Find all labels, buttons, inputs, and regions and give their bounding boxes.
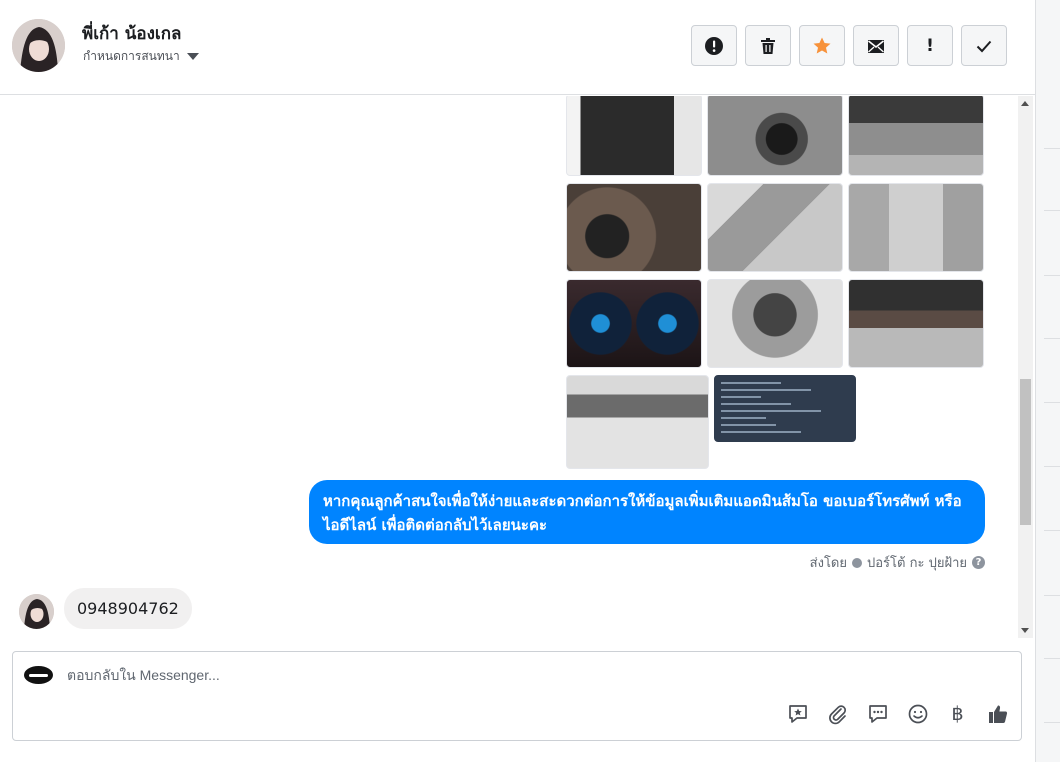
sent-by-name: ปอร์โต้ กะ ปุยฝ้าย <box>867 556 967 571</box>
exclamation-icon: ! <box>926 35 934 56</box>
side-panel-edge <box>1035 0 1060 762</box>
smiley-icon <box>908 704 927 723</box>
photo-door-panel[interactable] <box>566 96 702 176</box>
photo-underside[interactable] <box>566 375 709 469</box>
thumbs-up-icon <box>988 705 1007 723</box>
caret-down-icon <box>186 53 199 60</box>
assign-conversation-label: กำหนดการสนทนา <box>83 49 180 63</box>
star-icon <box>813 37 831 53</box>
trash-icon <box>761 37 775 54</box>
assign-conversation-dropdown[interactable]: กำหนดการสนทนา <box>83 47 199 66</box>
scroll-down-arrow-icon[interactable] <box>1021 628 1029 633</box>
photo-undercarriage[interactable] <box>566 183 702 272</box>
paperclip-icon <box>828 704 846 724</box>
contact-name[interactable]: พี่เก้า น้องเกล <box>82 20 181 47</box>
photo-rear-seats[interactable] <box>848 183 984 272</box>
outgoing-message-bubble[interactable]: หากคุณลูกค้าสนใจเพื่อให้ง่ายและสะดวกต่อก… <box>309 480 985 544</box>
attach-button[interactable] <box>826 702 849 725</box>
spam-button[interactable] <box>691 25 737 66</box>
contact-avatar[interactable] <box>12 19 65 72</box>
delete-button[interactable] <box>745 25 791 66</box>
alert-circle-icon <box>705 36 723 55</box>
done-button[interactable] <box>961 25 1007 66</box>
payment-button[interactable]: ฿ <box>946 702 969 725</box>
message-thread[interactable]: หากคุณลูกค้าสนใจเพื่อให้ง่ายและสะดวกต่อก… <box>0 96 1035 638</box>
sent-by-info: ส่งโดย ปอร์โต้ กะ ปุยฝ้าย ? <box>810 552 985 573</box>
follow-up-button[interactable]: ! <box>907 25 953 66</box>
baht-icon: ฿ <box>951 702 964 725</box>
composer-toolbar: ฿ <box>786 702 1009 725</box>
photo-driver-seat[interactable] <box>707 183 843 272</box>
mark-unread-button[interactable] <box>853 25 899 66</box>
envelope-icon <box>868 39 884 53</box>
scrollbar-thumb[interactable] <box>1020 379 1031 525</box>
photo-gauge-cluster[interactable] <box>566 279 702 368</box>
photo-front-seats[interactable] <box>848 96 984 176</box>
star-button[interactable] <box>799 25 845 66</box>
saved-reply-button[interactable] <box>786 702 809 725</box>
photo-spec-sheet[interactable] <box>714 375 856 442</box>
help-icon[interactable]: ? <box>972 556 985 569</box>
photo-engine-bay[interactable] <box>707 279 843 368</box>
incoming-message-bubble[interactable]: 0948904762 <box>64 588 192 629</box>
conversation-actions: ! <box>691 25 1007 66</box>
quick-reply-button[interactable] <box>866 702 889 725</box>
saved-reply-icon <box>788 704 807 723</box>
like-button[interactable] <box>986 702 1009 725</box>
reply-composer: ฿ <box>12 651 1022 741</box>
scroll-up-arrow-icon[interactable] <box>1021 101 1029 106</box>
sent-by-label: ส่งโดย <box>809 556 847 571</box>
emoji-button[interactable] <box>906 702 929 725</box>
thread-scrollbar[interactable] <box>1018 96 1033 638</box>
contact-avatar-small <box>19 594 54 629</box>
reply-input[interactable] <box>67 667 767 683</box>
messenger-inbox-window: พี่เก้า น้องเกล กำหนดการสนทนา ! หากคุณลู… <box>0 0 1035 762</box>
page-logo-icon <box>24 666 53 684</box>
conversation-header: พี่เก้า น้องเกล กำหนดการสนทนา ! <box>0 0 1035 95</box>
checkmark-icon <box>976 40 992 52</box>
photo-steering-dashboard[interactable] <box>707 96 843 176</box>
page-badge-icon <box>852 557 862 568</box>
chat-bubble-icon <box>868 704 887 723</box>
photo-chassis[interactable] <box>848 279 984 368</box>
